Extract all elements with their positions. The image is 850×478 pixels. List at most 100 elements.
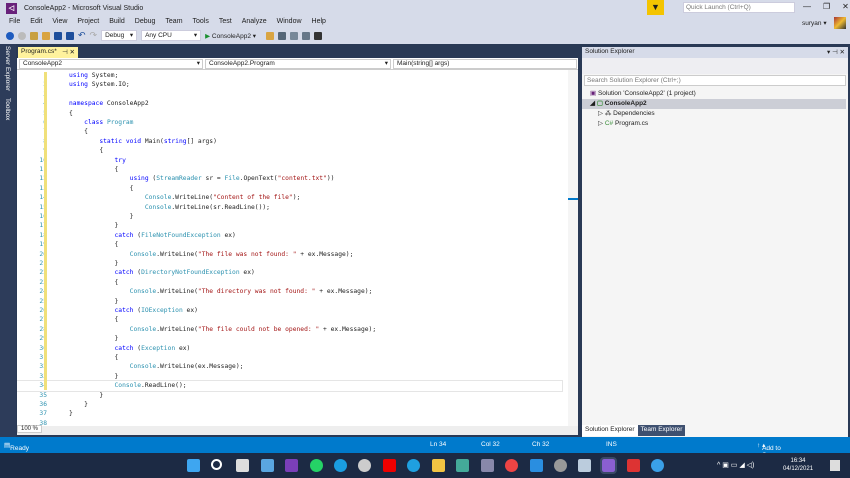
tree-item-program-cs[interactable]: ▷ C# Program.cs bbox=[598, 119, 850, 129]
code-line[interactable]: 34 Console.ReadLine(); bbox=[17, 380, 563, 392]
code-line[interactable]: 21 } bbox=[17, 259, 562, 268]
open-icon[interactable] bbox=[42, 31, 50, 40]
code-line[interactable]: 11 { bbox=[17, 165, 562, 174]
code-line[interactable]: 28 Console.WriteLine("The file could not… bbox=[17, 325, 562, 334]
settings-icon[interactable] bbox=[554, 459, 567, 472]
whatsapp-icon[interactable] bbox=[310, 459, 323, 472]
code-line[interactable]: 10 try bbox=[17, 156, 562, 165]
code-line[interactable]: 3 bbox=[17, 90, 562, 99]
code-line[interactable]: 29 } bbox=[17, 334, 562, 343]
menu-edit[interactable]: Edit bbox=[25, 18, 47, 25]
zoom-select[interactable]: 100 % bbox=[17, 425, 43, 433]
undo-icon[interactable]: ↶ bbox=[78, 30, 86, 41]
new-project-icon[interactable] bbox=[30, 31, 38, 40]
vertical-scrollbar[interactable] bbox=[568, 70, 578, 426]
code-line[interactable]: 19 { bbox=[17, 240, 562, 249]
tree-item-project[interactable]: ◢ ▢ ConsoleApp2 bbox=[582, 99, 846, 109]
code-line[interactable]: 1using System; bbox=[17, 71, 562, 80]
app-icon-3[interactable] bbox=[651, 459, 664, 472]
code-line[interactable]: 8 static void Main(string[] args) bbox=[17, 137, 562, 146]
comment-icon[interactable] bbox=[302, 31, 311, 40]
code-line[interactable]: 23 { bbox=[17, 278, 562, 287]
menu-help[interactable]: Help bbox=[307, 18, 331, 25]
minimize-button[interactable]: — bbox=[803, 2, 811, 11]
code-line[interactable]: 4namespace ConsoleApp2 bbox=[17, 99, 562, 108]
code-line[interactable]: 25 } bbox=[17, 297, 562, 306]
user-account[interactable]: suryan ▾ bbox=[802, 19, 827, 27]
vscode-icon[interactable] bbox=[530, 459, 543, 472]
tree-item-solution[interactable]: ▣ Solution 'ConsoleApp2' (1 project) bbox=[590, 89, 850, 99]
tree-item-dependencies[interactable]: ▷ ⁂ Dependencies bbox=[598, 109, 850, 119]
menu-build[interactable]: Build bbox=[104, 18, 130, 25]
menu-debug[interactable]: Debug bbox=[130, 18, 161, 25]
visual-studio-icon[interactable] bbox=[285, 459, 298, 472]
member-select[interactable]: Main(string[] args) bbox=[393, 59, 577, 69]
menu-analyze[interactable]: Analyze bbox=[237, 18, 272, 25]
tab-solution-explorer[interactable]: Solution Explorer bbox=[582, 425, 638, 436]
youtube-icon[interactable] bbox=[383, 459, 396, 472]
skype-icon[interactable] bbox=[334, 459, 347, 472]
forward-icon[interactable] bbox=[18, 31, 26, 40]
system-tray-icons[interactable]: ^ ▣ ▭ ◢ ◁) bbox=[717, 461, 754, 469]
start-icon[interactable] bbox=[187, 459, 200, 472]
step-icon[interactable] bbox=[278, 31, 287, 40]
class-select[interactable]: ConsoleApp2.Program ▾ bbox=[205, 59, 391, 69]
code-line[interactable]: 33 } bbox=[17, 372, 562, 381]
menu-tools[interactable]: Tools bbox=[188, 18, 214, 25]
menu-test[interactable]: Test bbox=[214, 18, 237, 25]
back-icon[interactable] bbox=[6, 31, 14, 40]
close-button[interactable]: ✕ bbox=[842, 2, 849, 11]
notifications-icon[interactable] bbox=[830, 460, 840, 471]
code-line[interactable]: 24 Console.WriteLine("The directory was … bbox=[17, 287, 562, 296]
code-line[interactable]: 5{ bbox=[17, 109, 562, 118]
code-line[interactable]: 27 { bbox=[17, 315, 562, 324]
configuration-select[interactable]: Debug ▾ bbox=[101, 30, 138, 41]
app-icon-2[interactable] bbox=[481, 459, 494, 472]
code-line[interactable]: 17 } bbox=[17, 221, 562, 230]
code-line[interactable]: 22 catch (DirectoryNotFoundException ex) bbox=[17, 268, 562, 277]
code-line[interactable]: 13 { bbox=[17, 184, 562, 193]
code-line[interactable]: 31 { bbox=[17, 353, 562, 362]
quick-launch-input[interactable]: Quick Launch (Ctrl+Q) bbox=[683, 2, 795, 13]
edge-icon[interactable] bbox=[407, 459, 420, 472]
close-tab-icon[interactable]: ✕ bbox=[70, 49, 75, 56]
code-line[interactable]: 20 Console.WriteLine("The file was not f… bbox=[17, 250, 562, 259]
menu-window[interactable]: Window bbox=[272, 18, 307, 25]
add-to-source-control-button[interactable]: ↑ Add to Source Control ▴ bbox=[757, 441, 783, 466]
panel-controls-icon[interactable]: ▾ ⊣ ✕ bbox=[827, 48, 845, 57]
code-line[interactable]: 26 catch (IOException ex) bbox=[17, 306, 562, 315]
code-line[interactable]: 6 class Program bbox=[17, 118, 562, 127]
nx-icon[interactable] bbox=[456, 459, 469, 472]
solution-search-input[interactable]: Search Solution Explorer (Ctrl+;) bbox=[584, 75, 846, 86]
clock[interactable]: 16:34 04/12/2021 bbox=[783, 457, 813, 473]
office-icon[interactable] bbox=[627, 459, 640, 472]
code-line[interactable]: 9 { bbox=[17, 146, 562, 155]
menu-project[interactable]: Project bbox=[72, 18, 104, 25]
code-line[interactable]: 37} bbox=[17, 409, 562, 418]
menu-team[interactable]: Team bbox=[160, 18, 187, 25]
code-line[interactable]: 35 } bbox=[17, 391, 562, 400]
tab-program-cs[interactable]: Program.cs* ⊣ ✕ bbox=[18, 47, 78, 58]
code-line[interactable]: 15 Console.WriteLine(sr.ReadLine()); bbox=[17, 203, 562, 212]
code-editor[interactable]: 1using System;2using System.IO;34namespa… bbox=[17, 70, 578, 426]
code-line[interactable]: 38 bbox=[17, 419, 562, 426]
monitor-icon[interactable] bbox=[578, 459, 591, 472]
save-all-icon[interactable] bbox=[66, 31, 74, 40]
code-line[interactable]: 18 catch (FileNotFoundException ex) bbox=[17, 231, 562, 240]
code-line[interactable]: 30 catch (Exception ex) bbox=[17, 344, 562, 353]
task-view-icon[interactable] bbox=[236, 459, 249, 472]
menu-file[interactable]: File bbox=[4, 18, 25, 25]
save-icon[interactable] bbox=[54, 31, 62, 40]
widgets-icon[interactable] bbox=[261, 459, 274, 472]
menu-view[interactable]: View bbox=[47, 18, 72, 25]
platform-select[interactable]: Any CPU ▾ bbox=[141, 30, 202, 41]
project-select[interactable]: ConsoleApp2 ▾ bbox=[19, 59, 203, 69]
pin-icon[interactable]: ⊣ bbox=[62, 49, 68, 56]
visual-studio-active-icon[interactable] bbox=[600, 457, 617, 474]
app-icon[interactable] bbox=[358, 459, 371, 472]
format-icon[interactable] bbox=[290, 31, 299, 40]
code-line[interactable]: 2using System.IO; bbox=[17, 80, 562, 89]
server-explorer-tab[interactable]: Server Explorer bbox=[4, 46, 11, 91]
redo-icon[interactable]: ↷ bbox=[90, 30, 98, 41]
code-line[interactable]: 36 } bbox=[17, 400, 562, 409]
